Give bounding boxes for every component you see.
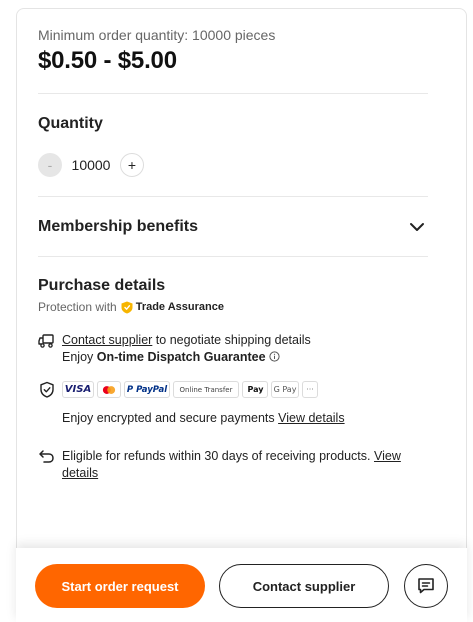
- apple-pay-logo: Pay: [242, 381, 268, 398]
- increase-quantity-button[interactable]: +: [120, 153, 144, 177]
- divider: [38, 256, 428, 257]
- chat-icon: [418, 578, 434, 594]
- apple-pay-label: Pay: [247, 385, 264, 394]
- google-pay-logo: G Pay: [271, 381, 299, 398]
- paypal-logo: P PayPal: [124, 381, 170, 398]
- trade-assurance-label: Trade Assurance: [135, 301, 224, 313]
- divider: [38, 196, 428, 197]
- price-range: $0.50 - $5.00: [38, 47, 177, 74]
- quantity-title: Quantity: [38, 115, 103, 132]
- payment-view-details-link[interactable]: View details: [278, 411, 344, 425]
- contact-supplier-link[interactable]: Contact supplier: [62, 333, 152, 347]
- chevron-down-icon[interactable]: [408, 218, 426, 236]
- refund-details-link[interactable]: details: [62, 466, 98, 480]
- quantity-stepper[interactable]: - 10000 +: [38, 152, 144, 178]
- dispatch-guarantee-text: On-time Dispatch Guarantee: [96, 350, 266, 364]
- refund-arrow-icon: [39, 450, 54, 463]
- mastercard-logo: [97, 381, 121, 398]
- secure-shield-icon: [40, 381, 54, 398]
- shipping-details-text: Contact supplier to negotiate shipping d…: [62, 332, 311, 366]
- quantity-value[interactable]: 10000: [62, 157, 120, 173]
- shipping-truck-icon: [38, 334, 54, 348]
- payment-methods: VISA P PayPal Online Transfer Pay G Pay …: [62, 381, 318, 398]
- divider: [38, 93, 428, 94]
- chat-button[interactable]: [404, 564, 448, 608]
- online-transfer-logo: Online Transfer: [173, 381, 239, 398]
- refund-view-link[interactable]: View: [374, 449, 401, 463]
- product-purchase-panel: [16, 8, 467, 622]
- visa-logo: VISA: [62, 381, 94, 398]
- protection-text: Protection with: [38, 300, 117, 314]
- refund-text: Eligible for refunds within 30 days of r…: [62, 448, 432, 482]
- decrease-quantity-button[interactable]: -: [38, 153, 62, 177]
- membership-benefits-title[interactable]: Membership benefits: [38, 218, 198, 236]
- payment-security-text: Enjoy encrypted and secure payments View…: [62, 410, 345, 427]
- trade-assurance-shield-icon: [121, 301, 133, 313]
- mastercard-icon: [102, 385, 116, 394]
- purchase-details-title: Purchase details: [38, 277, 166, 294]
- start-order-request-button[interactable]: Start order request: [35, 564, 205, 608]
- protection-line: Protection with Trade Assurance: [38, 300, 224, 314]
- payment-text: Enjoy encrypted and secure payments: [62, 411, 279, 425]
- shipping-text: to negotiate shipping details: [152, 333, 311, 347]
- refund-text-body: Eligible for refunds within 30 days of r…: [62, 449, 374, 463]
- moq-text: Minimum order quantity: 10000 pieces: [38, 27, 276, 43]
- info-icon[interactable]: [269, 351, 280, 362]
- more-payment-methods-icon[interactable]: ···: [302, 381, 318, 398]
- contact-supplier-button[interactable]: Contact supplier: [219, 564, 389, 608]
- trade-assurance-badge: Trade Assurance: [121, 301, 224, 314]
- dispatch-prefix: Enjoy: [62, 350, 97, 364]
